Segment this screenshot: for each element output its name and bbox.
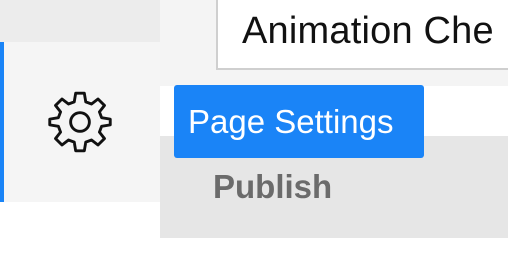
gear-icon[interactable]	[44, 86, 116, 158]
main-area: Animation Che Page Settings Publish	[160, 0, 508, 254]
menu-bottom-strip	[160, 238, 508, 254]
page-settings-button[interactable]: Page Settings	[174, 85, 424, 158]
left-rail	[0, 0, 160, 254]
title-field[interactable]: Animation Che	[216, 0, 508, 70]
active-indicator	[0, 42, 4, 202]
settings-rail-item[interactable]	[0, 42, 160, 202]
rail-top-area	[0, 0, 160, 42]
title-field-value: Animation Che	[242, 10, 494, 52]
publish-menu-item[interactable]: Publish	[213, 168, 332, 206]
